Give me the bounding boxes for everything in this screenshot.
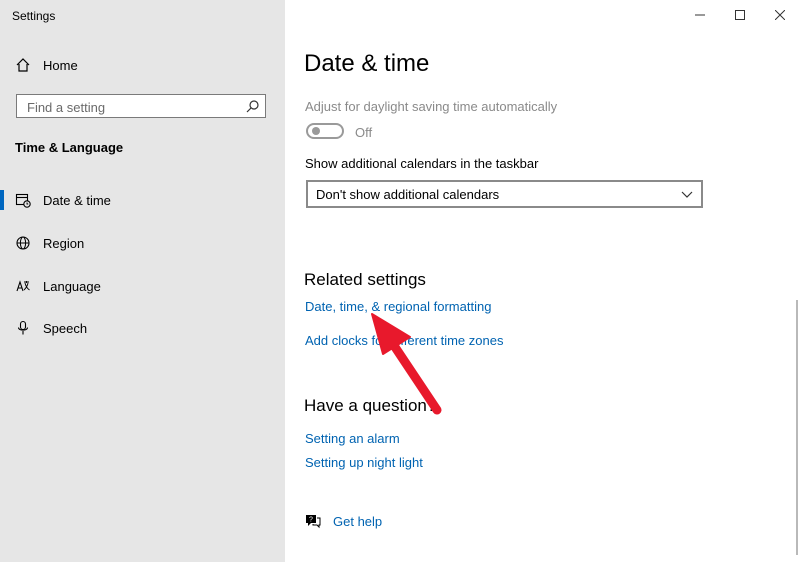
- sidebar-item-date-time[interactable]: Date & time: [0, 182, 285, 218]
- question-title: Have a question?: [304, 396, 437, 415]
- dropdown-value: Don't show additional calendars: [316, 187, 500, 202]
- page-title: Date & time: [304, 50, 430, 77]
- calendar-clock-icon: [15, 192, 31, 208]
- sidebar-item-label: Language: [43, 278, 101, 294]
- calendars-label: Show additional calendars in the taskbar: [305, 156, 539, 171]
- search-input[interactable]: [25, 97, 239, 117]
- dst-toggle-state: Off: [355, 125, 373, 140]
- night-light-link[interactable]: Setting up night light: [305, 455, 423, 470]
- toggle-knob: [312, 127, 320, 135]
- sidebar: Settings Home Time & Language Date & tim…: [0, 0, 285, 562]
- add-clocks-link[interactable]: Add clocks for different time zones: [305, 333, 503, 348]
- microphone-icon: [15, 320, 31, 336]
- date-time-formatting-link[interactable]: Date, time, & regional formatting: [305, 299, 491, 314]
- home-icon: [15, 57, 31, 73]
- main-content: Date & time Adjust for daylight saving t…: [285, 0, 800, 562]
- search-box[interactable]: [16, 94, 266, 118]
- sidebar-item-label: Speech: [43, 320, 88, 336]
- chevron-down-icon: [681, 191, 693, 198]
- scrollbar[interactable]: [796, 300, 798, 555]
- search-icon[interactable]: [246, 99, 260, 113]
- sidebar-item-region[interactable]: Region: [0, 225, 285, 261]
- section-title: Time & Language: [15, 140, 124, 155]
- get-help-link[interactable]: Get help: [333, 514, 382, 529]
- svg-text:?: ?: [309, 517, 313, 524]
- sidebar-item-label: Region: [43, 235, 85, 251]
- sidebar-item-language[interactable]: Language: [0, 268, 285, 304]
- sidebar-item-label: Home: [43, 57, 78, 73]
- dst-toggle[interactable]: [306, 123, 344, 139]
- app-title: Settings: [12, 9, 56, 23]
- language-icon: [15, 278, 31, 294]
- sidebar-item-speech[interactable]: Speech: [0, 310, 285, 346]
- globe-icon: [15, 235, 31, 251]
- get-help-icon: ?: [306, 515, 321, 529]
- dst-label: Adjust for daylight saving time automati…: [305, 99, 558, 114]
- calendars-dropdown[interactable]: Don't show additional calendars: [306, 180, 703, 208]
- sidebar-item-home[interactable]: Home: [0, 47, 285, 83]
- sidebar-item-label: Date & time: [43, 192, 111, 208]
- related-settings-title: Related settings: [304, 270, 426, 289]
- setting-alarm-link[interactable]: Setting an alarm: [305, 431, 400, 446]
